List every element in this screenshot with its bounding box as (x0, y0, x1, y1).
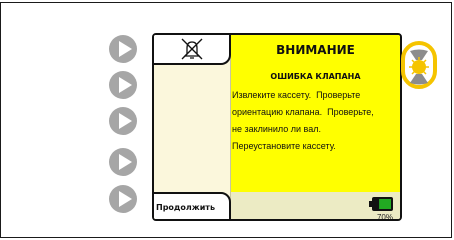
pump-indicator-icon (409, 49, 429, 85)
play-button-3[interactable] (108, 106, 138, 136)
alarm-silence-tab[interactable] (154, 35, 231, 65)
continue-button[interactable]: Продолжить (154, 192, 231, 219)
warning-message: Извлеките кассету. Проверьте ориентацию … (232, 87, 400, 155)
warning-line: Переустановите кассету. (232, 141, 336, 151)
device-frame: ВНИМАНИЕ ОШИБКА КЛАПАНА Извлеките кассет… (0, 2, 452, 238)
play-button-5[interactable] (108, 184, 138, 214)
play-button-1[interactable] (108, 34, 138, 64)
display-screen: ВНИМАНИЕ ОШИБКА КЛАПАНА Извлеките кассет… (152, 33, 402, 221)
warning-panel: ВНИМАНИЕ ОШИБКА КЛАПАНА Извлеките кассет… (231, 35, 400, 192)
battery-icon (369, 197, 393, 211)
alarm-silenced-icon (181, 38, 203, 60)
play-button-4[interactable] (108, 147, 138, 177)
play-button-2[interactable] (108, 70, 138, 100)
warning-line: ориентацию клапана. Проверьте, (232, 107, 374, 117)
warning-subtitle: ОШИБКА КЛАПАНА (270, 72, 361, 81)
warning-line: Извлеките кассету. Проверьте (232, 90, 361, 100)
warning-line: не заклинило ли вал. (232, 124, 321, 134)
warning-title: ВНИМАНИЕ (276, 43, 355, 57)
pump-indicator-highlight (401, 41, 437, 89)
continue-button-label: Продолжить (156, 203, 215, 212)
status-bar: 70% (231, 192, 400, 221)
battery-percent: 70% (376, 213, 393, 221)
